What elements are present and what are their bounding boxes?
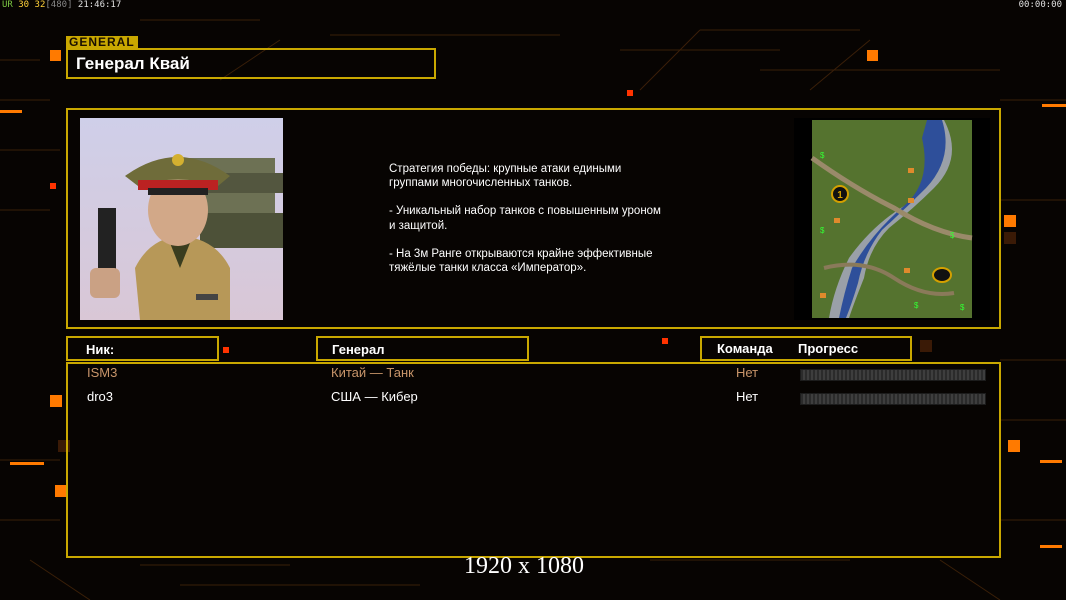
general-portrait (80, 118, 283, 320)
general-tag: GENERAL (66, 36, 138, 48)
description-line: - Уникальный набор танков с повышенным у… (389, 205, 661, 232)
svg-text:$: $ (820, 151, 825, 160)
player-progress-bar (800, 369, 986, 381)
minimap[interactable]: 1 $ $ $ $ $ (794, 118, 990, 320)
hud-clock: 21:46:17 (77, 0, 122, 10)
header-general: Генерал (332, 342, 385, 357)
hud-version: UR (2, 0, 13, 10)
player-general: Китай — Танк (331, 365, 414, 380)
hud-stats: UR 30 32[480] 21:46:17 (2, 0, 122, 10)
player-general: США — Кибер (331, 389, 418, 404)
player-nick: ISM3 (87, 365, 118, 380)
header-nick-box: Ник: (66, 336, 219, 361)
description-line: - На 3м Ранге открываются крайне эффекти… (389, 247, 653, 275)
player-progress-bar (800, 393, 986, 405)
svg-text:$: $ (960, 303, 965, 312)
header-team: Команда (717, 341, 773, 356)
svg-text:$: $ (820, 226, 825, 235)
svg-text:$: $ (950, 231, 955, 240)
header-team-progress-box: Команда Прогресс (700, 336, 912, 361)
description-line: Стратегия победы: крупные атаки едиными … (389, 163, 622, 190)
svg-text:$: $ (914, 301, 919, 310)
hud-max: 480 (50, 0, 68, 10)
player-row[interactable]: dro3 США — Кибер Нет (0, 389, 1066, 407)
hud-timer: 00:00:00 (1018, 0, 1062, 10)
header-progress: Прогресс (798, 341, 859, 356)
hud-fps: 30 (18, 0, 30, 10)
player-team: Нет (736, 389, 759, 404)
resolution-label: 1920 x 1080 (464, 553, 584, 579)
general-description: Стратегия победы: крупные атаки едиными … (389, 162, 719, 289)
general-name: Генерал Квай (76, 54, 190, 73)
hud-fps2: 32 (34, 0, 46, 10)
title-box: Генерал Квай (66, 48, 436, 79)
header-general-box: Генерал (316, 336, 529, 361)
player-team: Нет (736, 365, 759, 380)
player-nick: dro3 (87, 389, 114, 404)
minimap-marker-1: 1 (837, 190, 843, 201)
player-row[interactable]: ISM3 Китай — Танк Нет (0, 365, 1066, 383)
header-nick: Ник: (86, 342, 115, 357)
